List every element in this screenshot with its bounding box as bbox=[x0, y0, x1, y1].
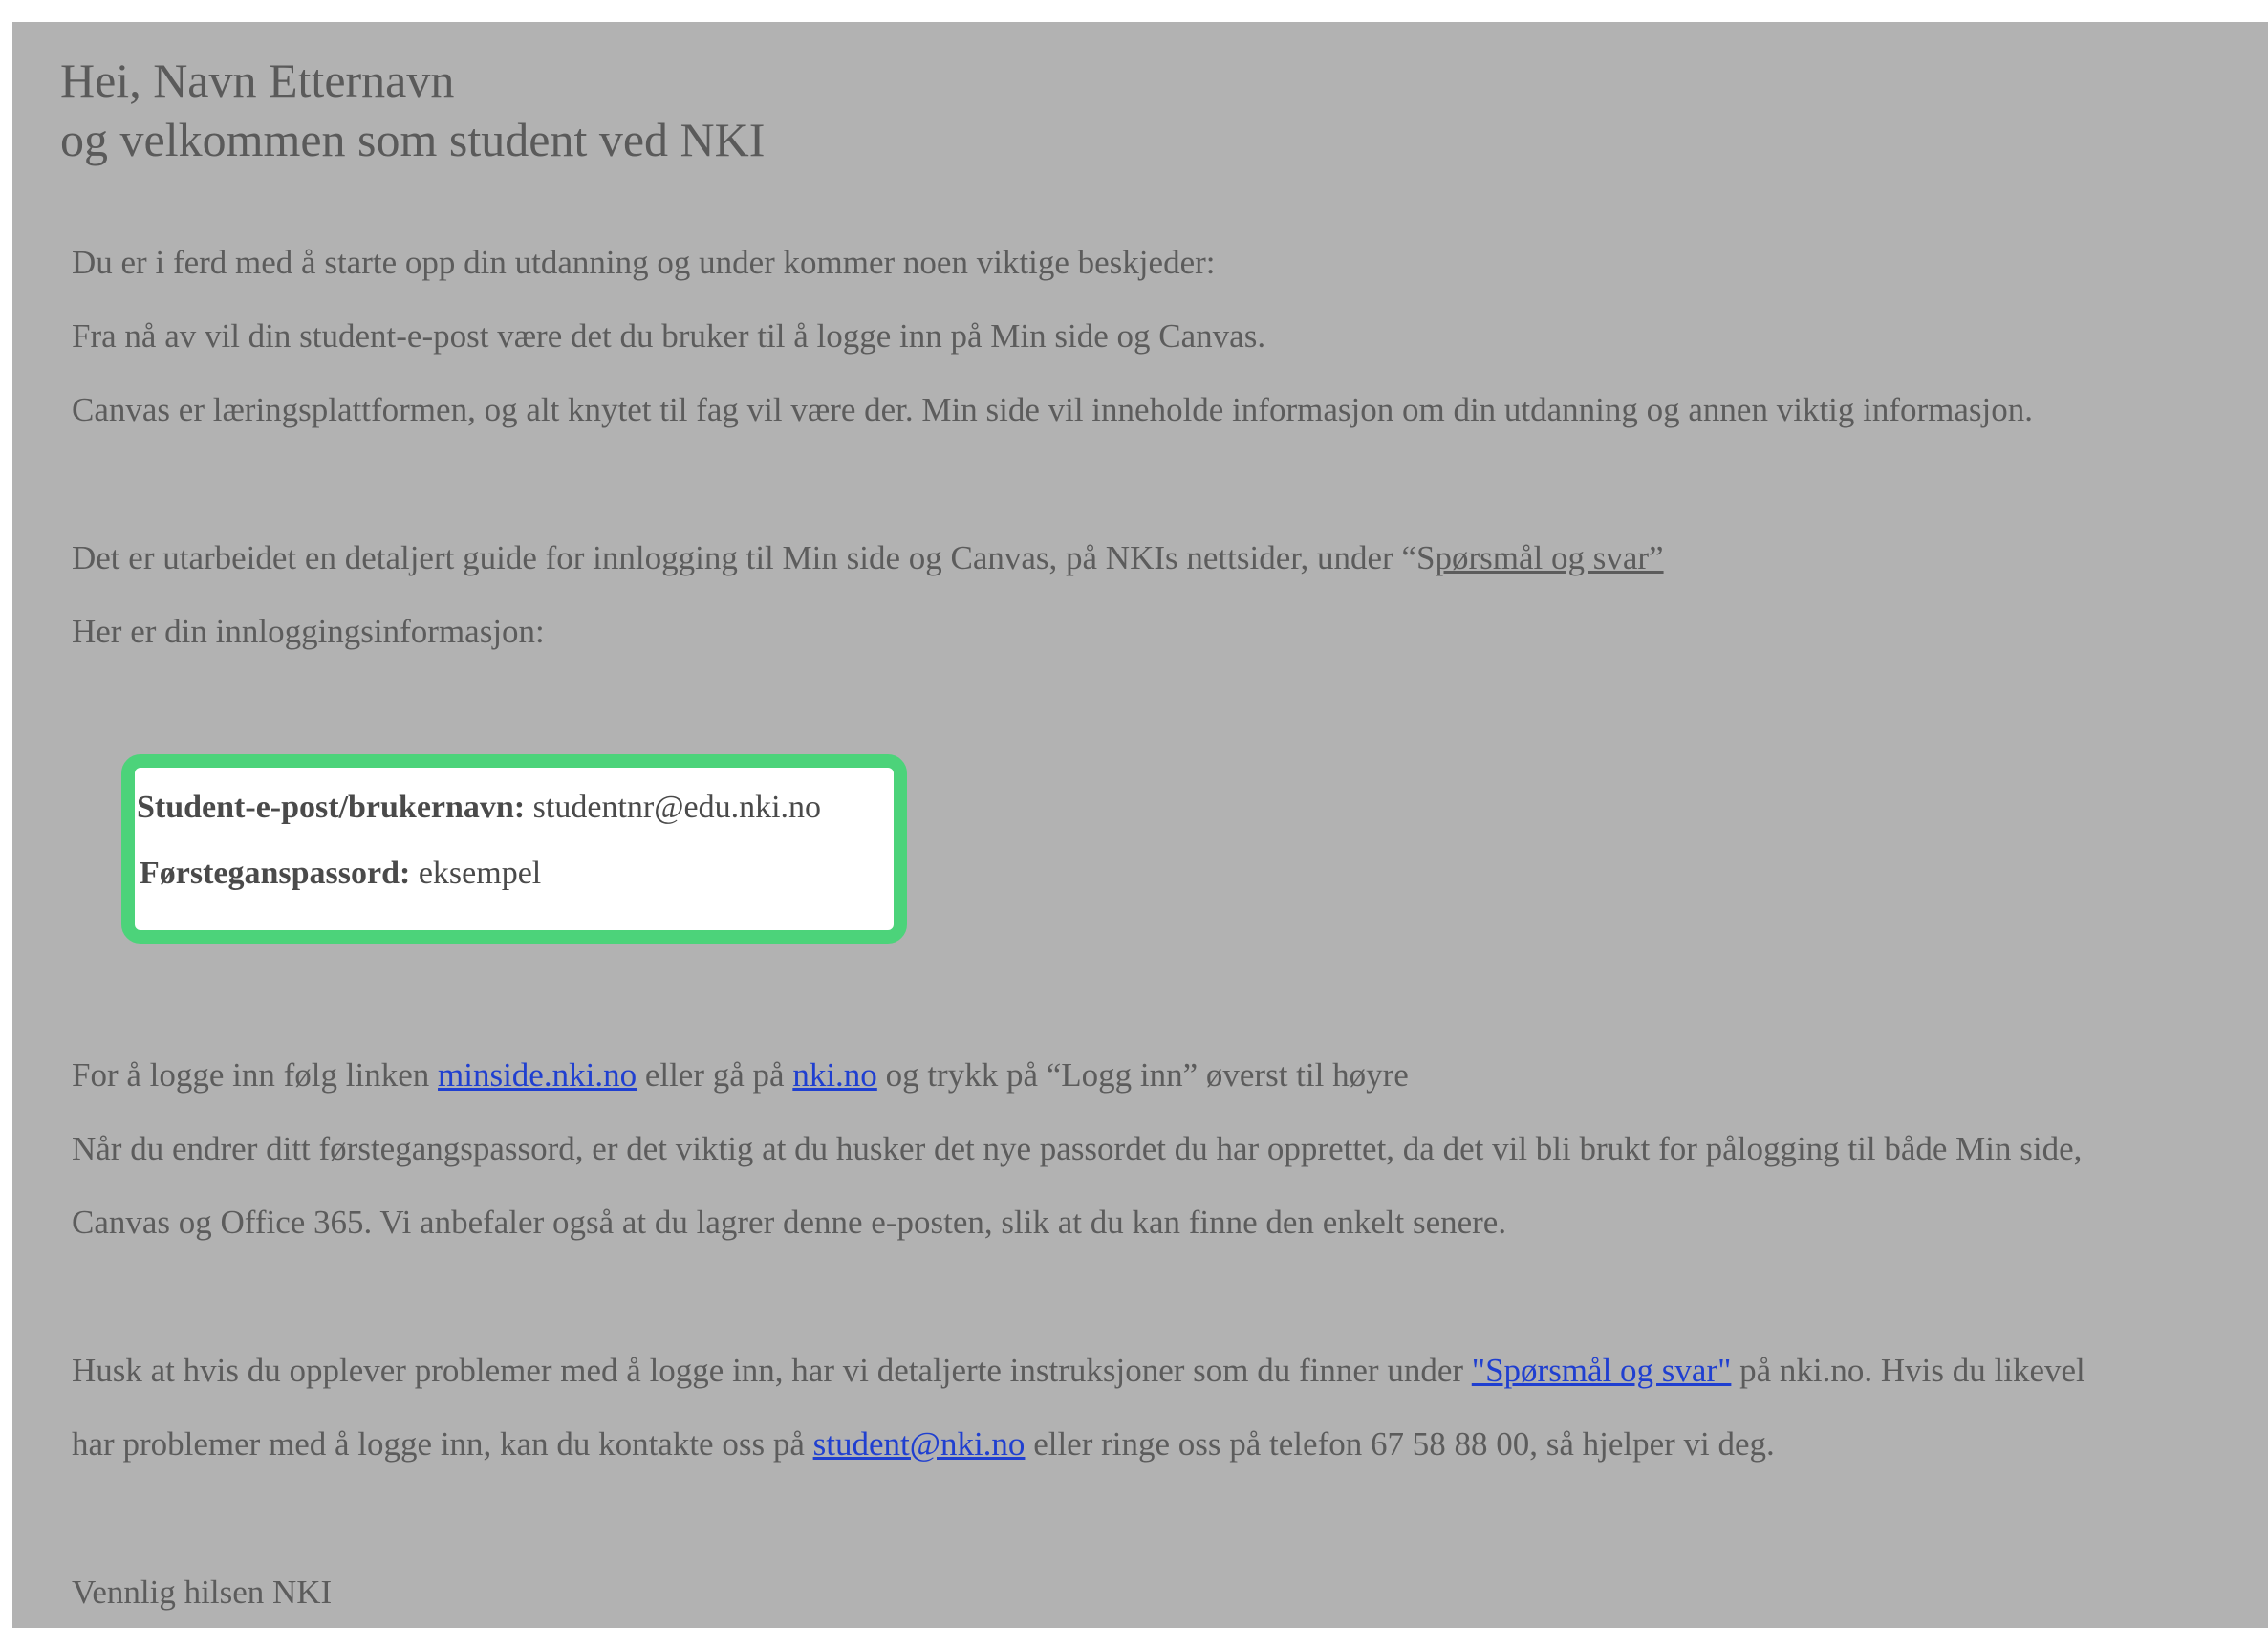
password-value: eksempel bbox=[418, 856, 542, 891]
help-text-3: har problemer med å logge inn, kan du ko… bbox=[72, 1425, 813, 1463]
username-value: studentnr@edu.nki.no bbox=[532, 790, 822, 825]
help-paragraph-line-2: har problemer med å logge inn, kan du ko… bbox=[72, 1423, 1775, 1465]
greeting-name: Hei, Navn Etternavn bbox=[60, 54, 455, 107]
login-text-3: og trykk på “Logg inn” øverst til høyre bbox=[876, 1056, 1409, 1094]
help-text-2: på nki.no. Hvis du likevel bbox=[1731, 1352, 2085, 1389]
help-text-1: Husk at hvis du opplever problemer med å… bbox=[72, 1352, 1472, 1389]
username-row: Student-e-post/brukernavn: studentnr@edu… bbox=[137, 789, 821, 827]
intro-paragraph-2: Fra nå av vil din student-e-post være de… bbox=[72, 317, 1266, 355]
credentials-box: Student-e-post/brukernavn: studentnr@edu… bbox=[121, 754, 907, 944]
login-text-1: For å logge inn følg linken bbox=[72, 1056, 439, 1094]
faq-link[interactable]: "Spørsmål og svar" bbox=[1472, 1352, 1732, 1389]
guide-faq-link[interactable]: pørsmål og svar” bbox=[1435, 539, 1663, 576]
greeting-welcome: og velkommen som student ved NKI bbox=[60, 113, 766, 166]
username-label: Student-e-post/brukernavn: bbox=[137, 790, 526, 825]
password-row: Førsteganspassord: eksempel bbox=[140, 855, 541, 893]
help-paragraph-line-1: Husk at hvis du opplever problemer med å… bbox=[72, 1350, 2085, 1392]
email-body: Hei, Navn Etternavn og velkommen som stu… bbox=[12, 22, 2268, 1628]
greeting-heading: Hei, Navn Etternavn og velkommen som stu… bbox=[60, 51, 765, 169]
login-text-2: eller gå på bbox=[637, 1056, 793, 1094]
minside-link[interactable]: minside.nki.no bbox=[438, 1056, 637, 1094]
login-info-label: Her er din innloggingsinformasjon: bbox=[72, 613, 545, 650]
password-label: Førsteganspassord: bbox=[140, 856, 411, 891]
help-text-4: eller ringe oss på telefon 67 58 88 00, … bbox=[1025, 1425, 1775, 1463]
guide-paragraph: Det er utarbeidet en detaljert guide for… bbox=[72, 537, 1664, 579]
intro-paragraph-3: Canvas er læringsplattformen, og alt kny… bbox=[72, 391, 2034, 428]
login-instructions: For å logge inn følg linken minside.nki.… bbox=[72, 1054, 1409, 1096]
password-note-line-1: Når du endrer ditt førstegangspassord, e… bbox=[72, 1130, 2083, 1167]
student-email-link[interactable]: student@nki.no bbox=[813, 1425, 1026, 1463]
guide-text: Det er utarbeidet en detaljert guide for… bbox=[72, 539, 1436, 576]
nki-link[interactable]: nki.no bbox=[792, 1056, 876, 1094]
intro-paragraph-1: Du er i ferd med å starte opp din utdann… bbox=[72, 244, 1216, 281]
signoff: Vennlig hilsen NKI bbox=[72, 1574, 333, 1611]
password-note-line-2: Canvas og Office 365. Vi anbefaler også … bbox=[72, 1204, 1507, 1241]
